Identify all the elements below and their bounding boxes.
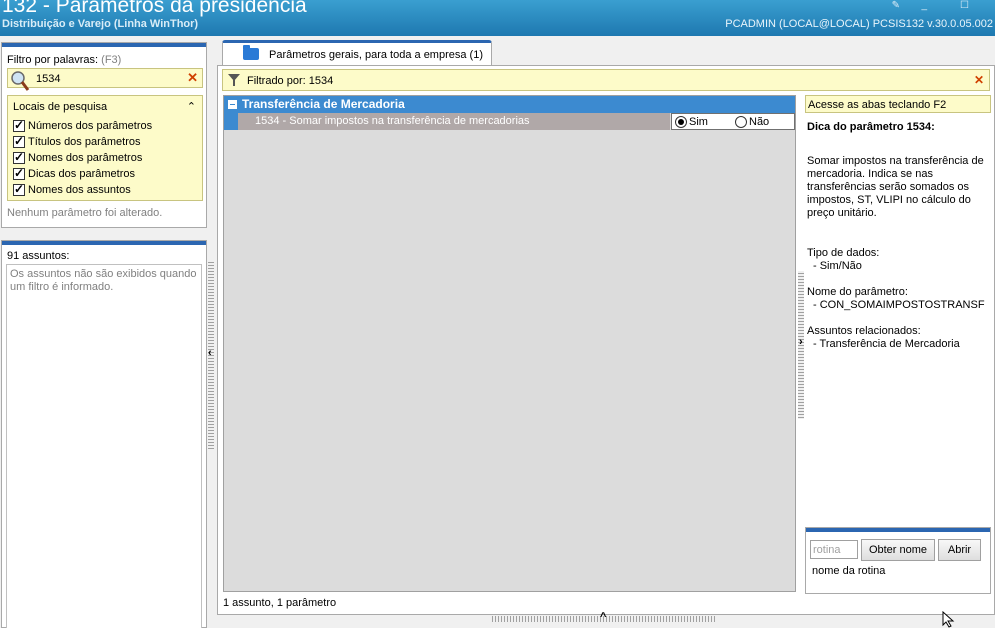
radio-label: Sim (689, 116, 708, 128)
option-dicas[interactable]: Dicas dos parâmetros (13, 166, 135, 182)
row-indent (224, 113, 238, 130)
mouse-cursor-icon (942, 611, 955, 628)
window-title: 132 - Parâmetros da presidência (2, 0, 307, 17)
checkbox-icon[interactable] (13, 150, 25, 164)
collapse-icon[interactable]: ⌃ (187, 100, 196, 113)
user-info: PCADMIN (LOCAL@LOCAL) PCSIS132 v.30.0.05… (725, 18, 993, 30)
tipo-label: Tipo de dados: (807, 247, 880, 259)
search-input[interactable] (36, 71, 176, 86)
param-options: Sim Não (671, 113, 795, 130)
radio-nao[interactable]: Não (735, 116, 769, 128)
chevron-right-icon[interactable]: › (799, 336, 803, 348)
table-row[interactable]: 1534 - Somar impostos na transferência d… (224, 113, 795, 130)
group-label: Transferência de Mercadoria (242, 97, 405, 111)
clear-filter-icon[interactable]: ✕ (974, 73, 984, 87)
nome-value: - CON_SOMAIMPOSTOSTRANSF (813, 299, 985, 311)
folder-icon (243, 45, 259, 60)
option-label: Nomes dos parâmetros (28, 152, 143, 164)
checkbox-icon[interactable] (13, 166, 25, 180)
rotina-name-label: nome da rotina (812, 565, 886, 577)
radio-sim[interactable]: Sim (675, 116, 708, 128)
checkbox-icon[interactable] (13, 182, 25, 196)
option-label: Nomes dos assuntos (28, 184, 131, 196)
key-hint-text: Acesse as abas teclando F2 (808, 99, 947, 111)
panel-accent-bar (2, 43, 206, 47)
search-locations-title: Locais de pesquisa (13, 101, 108, 113)
assuntos-count: 91 assuntos: (7, 250, 70, 262)
footer-count: 1 assunto, 1 parâmetro (223, 597, 337, 609)
radio-label: Não (749, 116, 770, 128)
assuntos-panel: 91 assuntos: Os assuntos não são exibido… (1, 240, 207, 628)
search-box: ✕ (7, 68, 203, 91)
key-hint: Acesse as abas teclando F2 (805, 95, 991, 113)
filter-label: Filtro por palavras: (F3) (7, 54, 121, 66)
collapse-group-icon[interactable] (228, 100, 237, 109)
title-bar: 132 - Parâmetros da presidência Distribu… (0, 0, 995, 36)
chevron-left-icon[interactable]: ‹ (208, 347, 212, 359)
clear-filter-icon[interactable]: ✕ (187, 70, 198, 86)
filter-panel: Filtro por palavras: (F3) ✕ Locais de pe… (1, 42, 207, 228)
option-label: Números dos parâmetros (28, 120, 153, 132)
option-nomes[interactable]: Nomes dos parâmetros (13, 150, 142, 166)
checkbox-icon[interactable] (13, 134, 25, 148)
tab-label: Parâmetros gerais, para toda a empresa (… (269, 49, 483, 61)
option-assuntos[interactable]: Nomes dos assuntos (13, 182, 131, 198)
abrir-button[interactable]: Abrir (938, 539, 981, 561)
maximize-icon[interactable]: ☐ (960, 0, 969, 11)
edit-icon[interactable]: ✎ (892, 0, 900, 11)
filter-shortcut-hint: (F3) (101, 54, 122, 66)
chevron-up-icon[interactable]: ^ (600, 611, 606, 623)
option-numeros[interactable]: Números dos parâmetros (13, 118, 152, 134)
assuntos-empty-message: Os assuntos não são exibidos quando um f… (10, 268, 197, 293)
nome-label: Nome do parâmetro: (807, 286, 908, 298)
checkbox-icon[interactable] (13, 118, 25, 132)
assuntos-list[interactable]: Os assuntos não são exibidos quando um f… (6, 264, 202, 628)
search-locations-box: Locais de pesquisa ⌃ Números dos parâmet… (7, 95, 203, 201)
option-label: Dicas dos parâmetros (28, 168, 135, 180)
filter-label-text: Filtro por palavras: (7, 54, 99, 66)
tab-parametros-gerais[interactable]: Parâmetros gerais, para toda a empresa (… (222, 40, 492, 66)
group-header[interactable]: Transferência de Mercadoria (224, 96, 795, 113)
magnifier-icon (11, 71, 30, 91)
panel-accent-bar (806, 528, 990, 532)
status-message: Nenhum parâmetro foi alterado. (7, 207, 163, 219)
option-titulos[interactable]: Títulos dos parâmetros (13, 134, 141, 150)
assuntos-value: - Transferência de Mercadoria (813, 338, 960, 350)
filtered-by-text: Filtrado por: 1534 (247, 75, 334, 87)
panel-accent-bar (2, 241, 206, 245)
param-description-text: 1534 - Somar impostos na transferência d… (255, 115, 530, 127)
rotina-input[interactable] (810, 540, 858, 559)
radio-selected-icon[interactable] (675, 116, 687, 128)
dica-title: Dica do parâmetro 1534: (807, 121, 935, 133)
filtered-by-bar: Filtrado por: 1534 ✕ (222, 69, 990, 91)
tipo-value: - Sim/Não (813, 260, 862, 272)
funnel-icon (228, 74, 240, 86)
assuntos-label: Assuntos relacionados: (807, 325, 921, 337)
option-label: Títulos dos parâmetros (28, 136, 141, 148)
parameters-grid: Transferência de Mercadoria 1534 - Somar… (223, 95, 796, 592)
main-content: Filtrado por: 1534 ✕ Transferência de Me… (217, 65, 995, 615)
obter-nome-button[interactable]: Obter nome (861, 539, 935, 561)
rotina-panel: Obter nome Abrir nome da rotina (805, 527, 991, 594)
dica-body: Somar impostos na transferência de merca… (807, 155, 984, 219)
radio-unselected-icon[interactable] (735, 116, 747, 128)
window-subtitle: Distribuição e Varejo (Linha WinThor) (2, 18, 199, 30)
param-description[interactable]: 1534 - Somar impostos na transferência d… (238, 113, 670, 130)
minimize-icon[interactable]: _ (921, 0, 927, 11)
